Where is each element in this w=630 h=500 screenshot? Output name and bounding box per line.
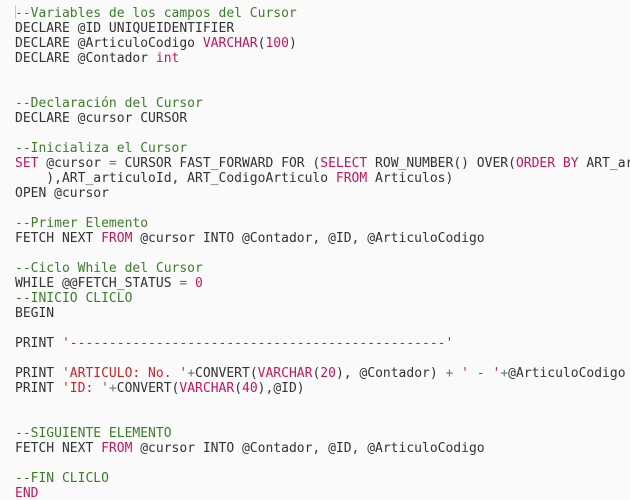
comment-token: --INICIO CLICLO xyxy=(15,291,133,306)
comment-token: --SIGUIENTE ELEMENTO xyxy=(15,426,172,441)
code-line[interactable]: DECLARE @Contador int xyxy=(15,51,630,66)
operator-token: + xyxy=(187,366,196,381)
comment-token: --Ciclo While del Cursor xyxy=(15,261,203,276)
code-line[interactable]: DECLARE @cursor CURSOR xyxy=(15,111,630,126)
code-token: ) xyxy=(288,36,297,51)
code-token: DECLARE @cursor CURSOR xyxy=(15,111,188,126)
keyword-token: SET xyxy=(15,156,39,171)
code-line[interactable]: FETCH NEXT FROM @cursor INTO @Contador, … xyxy=(15,231,630,246)
blank-line[interactable]: ​ xyxy=(15,201,630,216)
blank-line[interactable]: ​ xyxy=(15,351,630,366)
number-token: 0 xyxy=(195,276,203,291)
code-token: DECLARE @ArticuloCodigo xyxy=(15,36,203,51)
string-token: '---------------------------------------… xyxy=(61,336,454,351)
code-token: PRINT xyxy=(15,381,62,396)
code-line[interactable]: DECLARE @ID UNIQUEIDENTIFIER xyxy=(15,21,630,36)
blank-line[interactable]: ​ xyxy=(15,411,630,426)
code-line[interactable]: --SIGUIENTE ELEMENTO xyxy=(15,426,630,441)
operator-token: + xyxy=(500,366,509,381)
code-token: ),@ID) xyxy=(257,381,305,396)
code-line[interactable]: DECLARE @ArticuloCodigo VARCHAR(100) xyxy=(15,36,630,51)
keyword-token: int xyxy=(155,51,180,66)
comment-token: --Primer Elemento xyxy=(15,216,149,231)
code-token: WHILE @@FETCH_STATUS xyxy=(15,276,180,291)
comment-token: --Variables de los campos del Cursor xyxy=(15,6,297,21)
code-line[interactable]: --Primer Elemento xyxy=(15,216,630,231)
comment-token: --Declaración del Cursor xyxy=(15,96,203,111)
keyword-token: VARCHAR xyxy=(257,366,313,381)
code-token: @cursor INTO @Contador, @ID, @ArticuloCo… xyxy=(132,441,485,456)
blank-line[interactable]: ​ xyxy=(15,396,630,411)
code-token: @ArticuloCodigo xyxy=(508,366,626,381)
code-token: DECLARE @ID UNIQUEIDENTIFIER xyxy=(15,21,235,36)
code-editor[interactable]: --Variables de los campos del Cursor DECL… xyxy=(0,0,630,500)
string-token: 'ID: ' xyxy=(61,381,109,396)
code-line[interactable]: WHILE @@FETCH_STATUS = 0 xyxy=(15,276,630,291)
code-token: FETCH NEXT xyxy=(15,441,102,456)
code-token: ROW_NUMBER() OVER( xyxy=(367,156,516,171)
keyword-token: ORDER BY xyxy=(515,156,579,171)
code-token: ( xyxy=(234,381,243,396)
code-line[interactable]: FETCH NEXT FROM @cursor INTO @Contador, … xyxy=(15,441,630,456)
keyword-token: FROM xyxy=(335,171,368,186)
blank-line[interactable]: ​ xyxy=(15,81,630,96)
keyword-token: FROM xyxy=(101,231,133,246)
keyword-token: VARCHAR xyxy=(202,36,258,51)
code-line[interactable]: OPEN @cursor xyxy=(15,186,630,201)
code-token: PRINT xyxy=(15,336,62,351)
code-token: DECLARE @Contador xyxy=(15,51,156,66)
number-token: 20 xyxy=(320,366,336,381)
keyword-token: END xyxy=(15,486,39,500)
code-token: @cursor INTO @Contador, @ID, @ArticuloCo… xyxy=(132,231,485,246)
keyword-token: VARCHAR xyxy=(179,381,235,396)
blank-line[interactable]: ​ xyxy=(15,321,630,336)
comment-token: --Inicializa el Cursor xyxy=(15,141,188,156)
code-token: ), @Contador) xyxy=(335,366,446,381)
code-line[interactable]: PRINT 'ID: '+CONVERT(VARCHAR(40),@ID) xyxy=(15,381,630,396)
code-line[interactable]: --INICIO CLICLO xyxy=(15,291,630,306)
code-token: CURSOR FAST_FORWARD FOR ( xyxy=(116,156,321,171)
operator-token: + xyxy=(108,381,117,396)
code-line[interactable]: PRINT '---------------------------------… xyxy=(15,336,630,351)
string-token: ' - ' xyxy=(461,366,501,381)
code-line[interactable]: PRINT 'ARTICULO: No. '+CONVERT(VARCHAR(2… xyxy=(15,366,630,381)
code-token: @cursor xyxy=(38,156,109,171)
code-line[interactable]: --Ciclo While del Cursor xyxy=(15,261,630,276)
code-line[interactable]: --Variables de los campos del Cursor xyxy=(15,6,630,21)
code-token: BEGIN xyxy=(15,306,55,321)
blank-line[interactable]: ​ xyxy=(15,126,630,141)
code-area[interactable]: --Variables de los campos del Cursor DECL… xyxy=(15,6,630,500)
code-token: Articulos) xyxy=(367,171,454,186)
code-line[interactable]: BEGIN xyxy=(15,306,630,321)
code-token: ),ART_articuloId, ART_CodigoArticulo xyxy=(15,171,336,186)
number-token: 40 xyxy=(242,381,258,396)
code-token: PRINT xyxy=(15,366,62,381)
blank-line[interactable]: ​ xyxy=(15,246,630,261)
code-line[interactable]: END xyxy=(15,486,630,500)
code-token: FETCH NEXT xyxy=(15,231,102,246)
code-token: ART_articuloId xyxy=(586,156,630,171)
keyword-token: FROM xyxy=(101,441,133,456)
string-token: 'ARTICULO: No. ' xyxy=(61,366,188,381)
code-token: OPEN @cursor xyxy=(15,186,109,201)
blank-line[interactable]: ​ xyxy=(15,456,630,471)
code-line[interactable]: --FIN CLICLO xyxy=(15,471,630,486)
comment-token: --FIN CLICLO xyxy=(15,471,109,486)
code-line[interactable]: --Declaración del Cursor xyxy=(15,96,630,111)
keyword-token: SELECT xyxy=(320,156,368,171)
code-line[interactable]: ),ART_articuloId, ART_CodigoArticulo FRO… xyxy=(15,171,630,186)
code-line[interactable]: --Inicializa el Cursor xyxy=(15,141,630,156)
code-token: CONVERT( xyxy=(116,381,180,396)
blank-line[interactable]: ​ xyxy=(15,66,630,81)
number-token: 100 xyxy=(265,36,289,51)
operator-token: = xyxy=(108,156,117,171)
code-token: CONVERT( xyxy=(195,366,258,381)
code-line[interactable]: SET @cursor = CURSOR FAST_FORWARD FOR (S… xyxy=(15,156,630,171)
